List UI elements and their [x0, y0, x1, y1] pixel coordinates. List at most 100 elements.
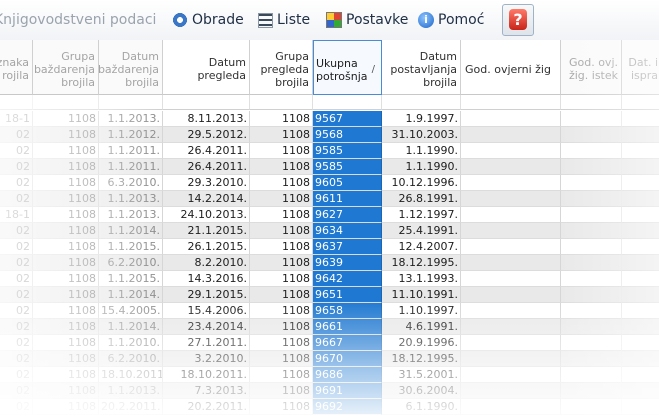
table-row[interactable]: 02 1108 1.1.2014. 29.1.2015. 1108 9651 11.10.1…	[0, 287, 659, 303]
table-cell-god_zig[interactable]	[461, 191, 561, 207]
table-cell-grupa_pregleda[interactable]: 1108	[250, 127, 313, 143]
menu-item-liste[interactable]: Liste	[258, 10, 310, 30]
table-cell-god_istek[interactable]	[561, 175, 622, 191]
table-cell-grupa_bazd[interactable]: 1108	[33, 399, 99, 415]
table-cell-datum_pregleda[interactable]: 18.10.2011.	[163, 367, 250, 383]
menu-item-knjigovodstveni-podaci[interactable]: Knjigovodstveni podaci	[0, 10, 156, 30]
table-cell-datum_bazd[interactable]: 1.1.2014.	[99, 223, 163, 239]
table-cell-oznaka[interactable]: 02	[0, 303, 33, 319]
table-cell-dat_ispr[interactable]	[622, 143, 659, 159]
table-cell-datum_pregleda[interactable]: 27.1.2011.	[163, 335, 250, 351]
table-cell-dat_ispr[interactable]	[622, 303, 659, 319]
table-cell-datum_post[interactable]: 1.9.1997.	[382, 111, 461, 127]
table-cell-datum_post[interactable]: 20.9.1996.	[382, 335, 461, 351]
table-cell-god_istek[interactable]	[561, 159, 622, 175]
table-cell-ukupna[interactable]: 9670	[313, 351, 382, 367]
table-cell-oznaka[interactable]: 02	[0, 127, 33, 143]
table-cell-ukupna[interactable]: 9691	[313, 383, 382, 399]
table-cell-god_zig[interactable]	[461, 143, 561, 159]
table-cell-ukupna[interactable]: 9651	[313, 287, 382, 303]
table-cell-datum_bazd[interactable]: 1.1.2013.	[99, 383, 163, 399]
table-cell-datum_post[interactable]: 18.12.1995.	[382, 255, 461, 271]
table-cell-datum_bazd[interactable]: 1.1.2010.	[99, 335, 163, 351]
table-cell-datum_post[interactable]: 1.1.1990.	[382, 159, 461, 175]
table-cell-datum_pregleda[interactable]: 24.10.2013.	[163, 207, 250, 223]
table-cell-datum_bazd[interactable]: 1.1.2015.	[99, 239, 163, 255]
table-cell-datum_pregleda[interactable]: 29.3.2010.	[163, 175, 250, 191]
table-cell-grupa_pregleda[interactable]: 1108	[250, 367, 313, 383]
table-cell-god_zig[interactable]	[461, 255, 561, 271]
table-cell-oznaka[interactable]: 02	[0, 143, 33, 159]
table-cell-dat_ispr[interactable]	[622, 191, 659, 207]
table-cell-ukupna[interactable]: 9642	[313, 271, 382, 287]
table-cell-datum_post[interactable]: 18.12.1995.	[382, 351, 461, 367]
table-cell-datum_bazd[interactable]: 20.2.2011.	[99, 399, 163, 415]
table-cell-oznaka[interactable]: 02	[0, 159, 33, 175]
table-cell-dat_ispr[interactable]	[622, 399, 659, 415]
table-cell-datum_pregleda[interactable]: 8.11.2013.	[163, 111, 250, 127]
table-cell-god_zig[interactable]	[461, 271, 561, 287]
table-cell-grupa_pregleda[interactable]: 1108	[250, 223, 313, 239]
table-cell-oznaka[interactable]: 02	[0, 287, 33, 303]
table-cell-ukupna[interactable]: 9637	[313, 239, 382, 255]
table-cell-ukupna[interactable]: 9658	[313, 303, 382, 319]
table-cell-grupa_pregleda[interactable]: 1108	[250, 271, 313, 287]
table-cell-oznaka[interactable]: 02	[0, 175, 33, 191]
table-cell-datum_bazd[interactable]: 15.4.2005.	[99, 303, 163, 319]
menu-item-obrade[interactable]: Obrade	[172, 10, 244, 30]
table-row[interactable]: 02 1108 1.1.2015. 26.1.2015. 1108 9637 12.4.20…	[0, 239, 659, 255]
table-cell-ukupna[interactable]: 9634	[313, 223, 382, 239]
table-cell-oznaka[interactable]: 02	[0, 335, 33, 351]
table-cell-grupa_pregleda[interactable]: 1108	[250, 319, 313, 335]
table-cell-god_zig[interactable]	[461, 303, 561, 319]
table-cell-grupa_bazd[interactable]: 1108	[33, 367, 99, 383]
table-cell-ukupna[interactable]: 9639	[313, 255, 382, 271]
table-cell-datum_post[interactable]: 11.10.1991.	[382, 287, 461, 303]
table-cell-god_istek[interactable]	[561, 287, 622, 303]
filter-cell-datum_post[interactable]	[382, 95, 461, 110]
table-cell-oznaka[interactable]: 02	[0, 351, 33, 367]
table-cell-datum_post[interactable]: 4.6.1991.	[382, 319, 461, 335]
table-cell-dat_ispr[interactable]	[622, 175, 659, 191]
table-cell-oznaka[interactable]: 02	[0, 223, 33, 239]
table-cell-datum_pregleda[interactable]: 26.4.2011.	[163, 143, 250, 159]
table-cell-god_istek[interactable]	[561, 399, 622, 415]
table-cell-datum_pregleda[interactable]: 26.1.2015.	[163, 239, 250, 255]
column-header-datum_bazd[interactable]: Datum baždarenja brojila	[98, 40, 163, 95]
table-cell-god_zig[interactable]	[461, 383, 561, 399]
table-cell-datum_bazd[interactable]: 1.1.2013.	[99, 191, 163, 207]
table-cell-grupa_pregleda[interactable]: 1108	[250, 399, 313, 415]
table-cell-datum_bazd[interactable]: 1.1.2012.	[99, 127, 163, 143]
filter-cell-grupa_pregleda[interactable]	[250, 95, 313, 110]
column-header-god_zig[interactable]: God. ovjerni žig	[461, 40, 561, 95]
table-cell-datum_post[interactable]: 1.1.1990.	[382, 143, 461, 159]
menu-item-pomoc[interactable]: i Pomoć	[418, 10, 484, 30]
table-cell-god_istek[interactable]	[561, 127, 622, 143]
table-row[interactable]: 02 1108 1.1.2011. 26.4.2011. 1108 9585 1.1.199…	[0, 143, 659, 159]
table-row[interactable]: 02 1108 18.10.2011. 18.10.2011. 1108 9686 31.5…	[0, 367, 659, 383]
table-cell-dat_ispr[interactable]	[622, 351, 659, 367]
table-cell-god_istek[interactable]	[561, 111, 622, 127]
table-row[interactable]: 18-1 1108 1.1.2013. 8.11.2013. 1108 9567 1.9.1…	[0, 111, 659, 127]
table-cell-dat_ispr[interactable]	[622, 287, 659, 303]
table-cell-god_zig[interactable]	[461, 223, 561, 239]
table-cell-datum_post[interactable]: 31.5.2001.	[382, 367, 461, 383]
table-cell-ukupna[interactable]: 9692	[313, 399, 382, 415]
table-cell-grupa_bazd[interactable]: 1108	[33, 175, 99, 191]
column-header-grupa_pregleda[interactable]: Grupa pregleda brojila	[250, 40, 313, 95]
filter-cell-datum_pregleda[interactable]	[163, 95, 250, 110]
table-cell-oznaka[interactable]: 02	[0, 383, 33, 399]
table-cell-ukupna[interactable]: 9585	[313, 159, 382, 175]
table-cell-grupa_pregleda[interactable]: 1108	[250, 287, 313, 303]
table-cell-oznaka[interactable]: 18-1	[0, 207, 33, 223]
table-cell-datum_bazd[interactable]: 1.1.2013.	[99, 207, 163, 223]
table-cell-dat_ispr[interactable]	[622, 367, 659, 383]
table-cell-oznaka[interactable]: 02	[0, 255, 33, 271]
table-cell-datum_bazd[interactable]: 6.2.2010.	[99, 255, 163, 271]
table-cell-ukupna[interactable]: 9686	[313, 367, 382, 383]
table-cell-god_zig[interactable]	[461, 175, 561, 191]
table-cell-dat_ispr[interactable]	[622, 239, 659, 255]
table-cell-oznaka[interactable]: 02	[0, 399, 33, 415]
table-cell-datum_pregleda[interactable]: 3.2.2010.	[163, 351, 250, 367]
table-cell-god_istek[interactable]	[561, 271, 622, 287]
